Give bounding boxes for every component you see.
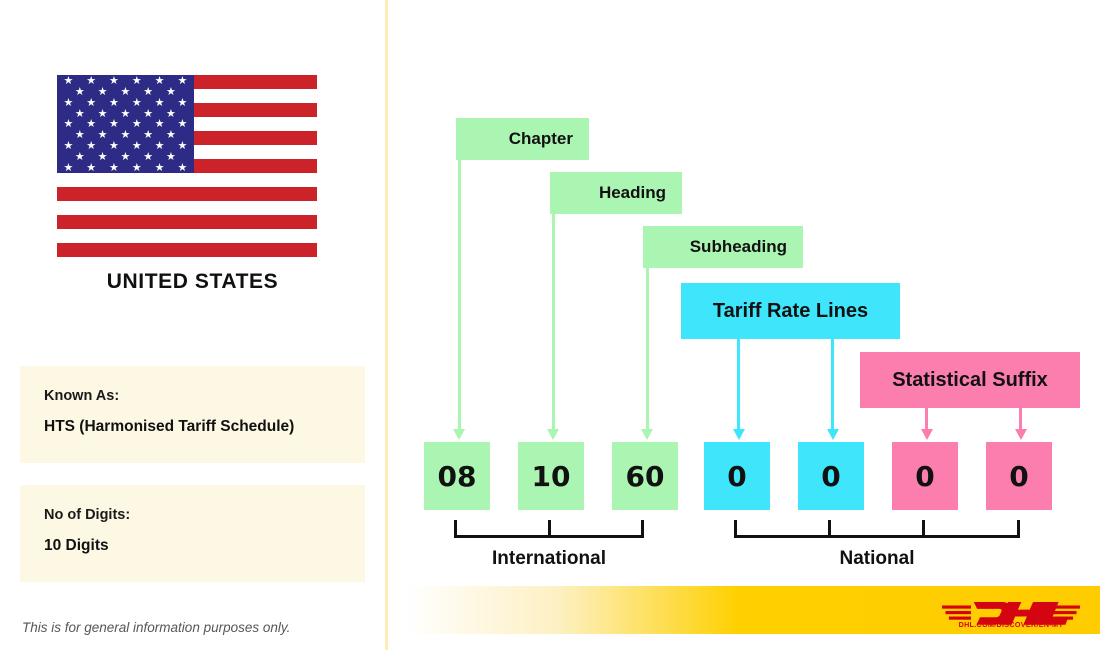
digit-box-3[interactable]: 60 (612, 442, 678, 510)
us-flag-icon: ★ ★ ★ ★ ★ ★ ★ ★ ★ ★ ★ ★ ★ ★ ★ ★ ★ ★ ★ ★ ★ ★ ★ ★ ★ ★ ★ ★ ★ ★ ★ ★ ★ ★ ★ ★ ★ ★ ★ ★… (57, 75, 317, 257)
disclaimer-text: This is for general information purposes… (22, 620, 291, 635)
flag-stripe (57, 215, 317, 229)
label-heading[interactable]: Heading (550, 172, 682, 214)
flag-star-row: ★ ★ ★ ★ ★ (57, 108, 194, 119)
flag-canton: ★ ★ ★ ★ ★ ★ ★ ★ ★ ★ ★ ★ ★ ★ ★ ★ ★ ★ ★ ★ ★ ★ ★ ★ ★ ★ ★ ★ ★ ★ ★ ★ ★ ★ ★ ★ ★ ★ ★ ★… (57, 75, 194, 173)
star-icon: ★ (109, 161, 119, 173)
flag-star-row: ★ ★ ★ ★ ★ ★ (57, 97, 194, 108)
flag-star-row: ★ ★ ★ ★ ★ (57, 151, 194, 162)
flag-star-row: ★ ★ ★ ★ ★ (57, 129, 194, 140)
star-icon: ★ (177, 161, 188, 173)
flag-stripe (57, 187, 317, 201)
bracket-national (734, 520, 1020, 538)
info-card-value: HTS (Harmonised Tariff Schedule) (44, 418, 295, 435)
digit-box-7[interactable]: 0 (986, 442, 1052, 510)
bracket-label-international: International (491, 548, 606, 569)
flag-star-row: ★ ★ ★ ★ ★ (57, 86, 194, 97)
digit-box-5[interactable]: 0 (798, 442, 864, 510)
flag-stripe (57, 243, 317, 257)
bracket-international (454, 520, 644, 538)
star-icon: ★ (154, 161, 165, 173)
country-name: UNITED STATES (106, 270, 279, 293)
star-icon: ★ (63, 161, 74, 173)
star-icon: ★ (131, 161, 142, 173)
bracket-label-national: National (839, 548, 915, 569)
digit-box-6[interactable]: 0 (892, 442, 958, 510)
digit-box-1[interactable]: 08 (424, 442, 490, 510)
info-card-label: No of Digits: (44, 507, 131, 523)
info-card-value: 10 Digits (44, 537, 109, 554)
digit-box-4[interactable]: 0 (704, 442, 770, 510)
left-info-panel: ★ ★ ★ ★ ★ ★ ★ ★ ★ ★ ★ ★ ★ ★ ★ ★ ★ ★ ★ ★ ★ ★ ★ ★ ★ ★ ★ ★ ★ ★ ★ ★ ★ ★ ★ ★ ★ ★ ★ ★… (0, 0, 385, 650)
flag-star-row: ★ ★ ★ ★ ★ ★ (57, 162, 194, 173)
digit-box-2[interactable]: 10 (518, 442, 584, 510)
dhl-url-text: DHL.COM/DISCOVER/EN-MY (958, 620, 1064, 629)
label-statistical-suffix[interactable]: Statistical Suffix (860, 352, 1080, 408)
label-chapter[interactable]: Chapter (456, 118, 589, 160)
info-card-known-as: Known As: HTS (Harmonised Tariff Schedul… (20, 366, 365, 463)
star-icon: ★ (86, 161, 97, 173)
label-tariff-rate-lines[interactable]: Tariff Rate Lines (681, 283, 900, 339)
info-card-label: Known As: (44, 388, 120, 404)
hts-code-diagram: Chapter Heading Subheading Tariff Rate L… (388, 0, 1100, 650)
info-card-no-of-digits: No of Digits: 10 Digits (20, 485, 365, 582)
infographic-canvas: ★ ★ ★ ★ ★ ★ ★ ★ ★ ★ ★ ★ ★ ★ ★ ★ ★ ★ ★ ★ ★ ★ ★ ★ ★ ★ ★ ★ ★ ★ ★ ★ ★ ★ ★ ★ ★ ★ ★ ★… (0, 0, 1100, 650)
label-subheading[interactable]: Subheading (643, 226, 803, 268)
